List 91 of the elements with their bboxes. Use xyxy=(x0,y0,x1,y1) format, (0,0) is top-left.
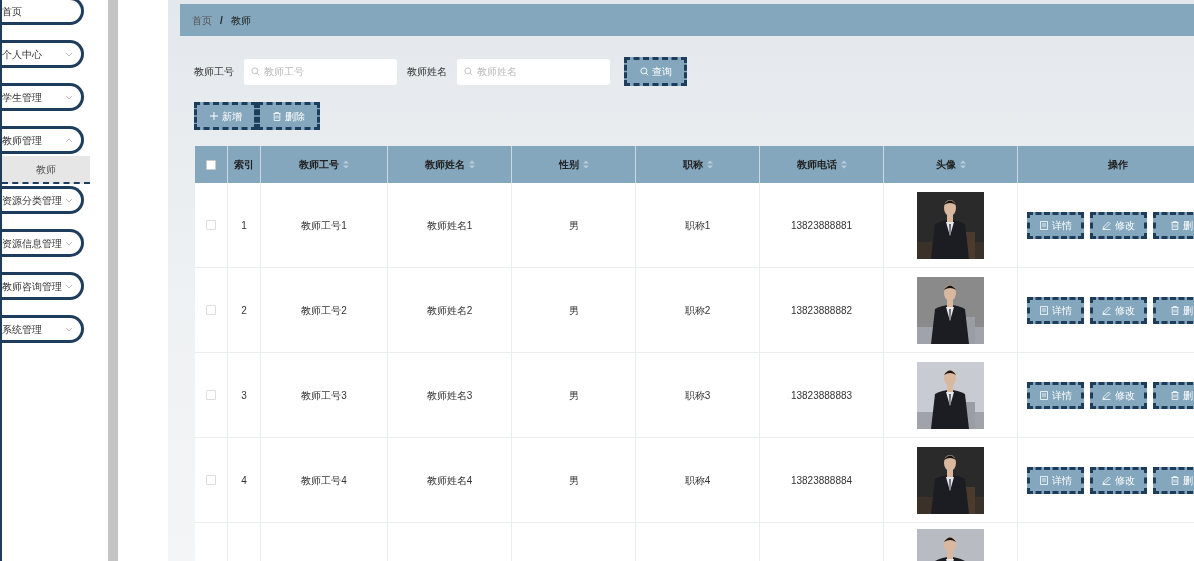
sort-icon[interactable] xyxy=(582,160,589,169)
field-label: 教师工号 xyxy=(194,65,234,79)
row-checkbox[interactable] xyxy=(206,305,216,315)
table-cell-text: 教师工号4 xyxy=(301,473,347,488)
breadcrumb-item: 教师 xyxy=(230,13,251,28)
table-cell-text: 教师工号1 xyxy=(301,218,347,233)
search-icon xyxy=(251,66,260,76)
menu-item[interactable]: 系统管理 xyxy=(2,315,84,343)
trash-icon xyxy=(272,111,281,121)
document-icon xyxy=(1039,220,1048,230)
table-cell-text: 教师工号2 xyxy=(301,303,347,318)
menu-item[interactable]: 个人中心 xyxy=(2,40,84,68)
sort-icon[interactable] xyxy=(959,160,966,169)
table-cell-text: 1 xyxy=(241,218,247,233)
menu-item[interactable]: 首页 xyxy=(2,0,84,25)
document-icon xyxy=(1039,305,1048,315)
chevron-down-icon xyxy=(65,197,73,203)
search-icon xyxy=(464,66,473,76)
chevron-down-icon xyxy=(65,283,73,289)
detail-button[interactable]: 详情 xyxy=(1027,296,1084,324)
sort-icon[interactable] xyxy=(840,160,847,169)
table-cell-text: 教师姓名1 xyxy=(426,218,473,233)
row-checkbox[interactable] xyxy=(206,475,216,485)
delete-button[interactable]: 删 xyxy=(1153,211,1194,239)
chevron-down-icon xyxy=(65,326,73,332)
search-icon xyxy=(639,67,649,76)
query-button[interactable]: 查询 xyxy=(624,57,687,86)
delete-button[interactable]: 删 xyxy=(1153,381,1194,409)
table-cell-text: 男 xyxy=(568,473,579,488)
search-field[interactable]: 教师姓名 xyxy=(457,58,610,85)
menu-item[interactable]: 资源分类管理 xyxy=(2,186,84,214)
table-cell-text: 职称1 xyxy=(684,218,711,233)
delete-button[interactable]: 删 xyxy=(1153,296,1194,324)
trash-icon xyxy=(1170,220,1179,230)
pencil-icon xyxy=(1102,305,1111,315)
delete-button[interactable]: 删 xyxy=(1153,466,1194,494)
edit-button[interactable]: 修改 xyxy=(1090,381,1147,409)
detail-button[interactable]: 详情 xyxy=(1027,211,1084,239)
pencil-icon xyxy=(1102,220,1111,230)
table-cell-text: 男 xyxy=(568,388,579,403)
edit-button[interactable]: 修改 xyxy=(1090,466,1147,494)
table-cell-text: 4 xyxy=(241,473,247,488)
menu-item[interactable]: 资源信息管理 xyxy=(2,229,84,257)
table-cell-text: 3 xyxy=(241,388,247,403)
chevron-down-icon xyxy=(65,94,73,100)
table-cell-text: 教师工号3 xyxy=(301,388,347,403)
breadcrumb-item[interactable]: 首页 xyxy=(192,12,212,28)
edit-button[interactable]: 修改 xyxy=(1090,211,1147,239)
sort-icon[interactable] xyxy=(468,160,475,169)
table-cell-text: 13823888881 xyxy=(790,218,853,233)
table-cell-text: 职称3 xyxy=(684,388,711,403)
submenu-item[interactable]: 教师 xyxy=(2,156,90,184)
chevron-down-icon xyxy=(65,137,73,143)
add-button[interactable]: 新增 xyxy=(194,102,257,130)
row-checkbox[interactable] xyxy=(206,220,216,230)
detail-button[interactable]: 详情 xyxy=(1027,466,1084,494)
table-cell-text: 职称2 xyxy=(684,303,711,318)
detail-button[interactable]: 详情 xyxy=(1027,381,1084,409)
menu-item[interactable]: 教师管理 xyxy=(2,126,84,154)
menu-item[interactable]: 教师咨询管理 xyxy=(2,272,84,300)
chevron-down-icon xyxy=(65,240,73,246)
document-icon xyxy=(1039,475,1048,485)
edit-button[interactable]: 修改 xyxy=(1090,296,1147,324)
table-cell-text: 教师姓名4 xyxy=(426,473,473,488)
menu-item[interactable]: 学生管理 xyxy=(2,83,84,111)
pencil-icon xyxy=(1102,475,1111,485)
table-cell-text: 13823888883 xyxy=(790,388,853,403)
select-all-checkbox[interactable] xyxy=(206,159,216,170)
trash-icon xyxy=(1170,475,1179,485)
row-checkbox[interactable] xyxy=(206,390,216,400)
trash-icon xyxy=(1170,305,1179,315)
sort-icon[interactable] xyxy=(706,160,713,169)
table-cell-text: 2 xyxy=(241,303,247,318)
document-icon xyxy=(1039,390,1048,400)
field-label: 教师姓名 xyxy=(407,65,447,79)
table-cell-text: 教师姓名2 xyxy=(426,303,473,318)
trash-icon xyxy=(1170,390,1179,400)
table-cell-text: 职称4 xyxy=(684,473,711,488)
chevron-down-icon xyxy=(65,51,73,57)
breadcrumb-separator: / xyxy=(220,13,223,28)
scrollbar[interactable] xyxy=(108,0,118,561)
table-cell-text: 13823888882 xyxy=(790,303,853,318)
pencil-icon xyxy=(1102,390,1111,400)
table-cell-text: 男 xyxy=(568,218,579,233)
table-cell-text: 男 xyxy=(568,303,579,318)
search-field[interactable]: 教师工号 xyxy=(244,58,397,85)
sort-icon[interactable] xyxy=(343,160,349,169)
table-cell-text: 13823888884 xyxy=(790,473,853,488)
table-cell-text: 教师姓名3 xyxy=(426,388,473,403)
delete-button[interactable]: 删除 xyxy=(257,102,320,130)
plus-icon xyxy=(209,112,218,120)
